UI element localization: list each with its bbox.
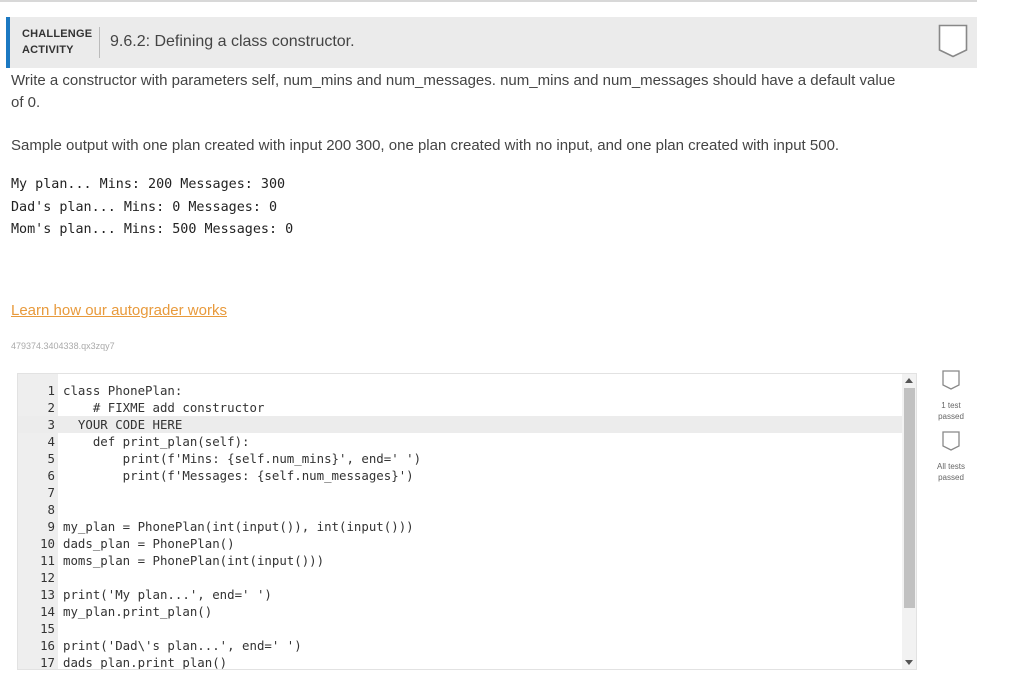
code-text[interactable]: def print_plan(self): xyxy=(63,433,250,450)
instructions-text: Write a constructor with parameters self… xyxy=(11,72,896,111)
sample-output-line: My plan... Mins: 200 Messages: 300 xyxy=(11,177,286,192)
completion-badge-icon xyxy=(938,24,968,58)
code-text[interactable]: class PhonePlan: xyxy=(63,382,182,399)
code-line[interactable]: 4 def print_plan(self): xyxy=(18,433,902,450)
line-number: 15 xyxy=(40,621,55,636)
activity-type-line2: ACTIVITY xyxy=(22,44,74,56)
code-text[interactable]: my_plan.print_plan() xyxy=(63,603,212,620)
test-results-panel: 1 test passed All tests passed xyxy=(930,370,972,483)
line-number: 6 xyxy=(47,468,55,483)
line-number: 12 xyxy=(40,570,55,585)
code-text[interactable]: YOUR CODE HERE xyxy=(63,416,182,433)
autograder-help-link[interactable]: Learn how our autograder works xyxy=(11,302,227,319)
line-number: 3 xyxy=(47,417,55,432)
sample-output-block: My plan... Mins: 200 Messages: 300 Dad's… xyxy=(11,174,293,242)
code-line[interactable]: 6 print(f'Messages: {self.num_messages}'… xyxy=(18,467,902,484)
line-number: 7 xyxy=(47,485,55,500)
code-text[interactable]: print(f'Mins: {self.num_mins}', end=' ') xyxy=(63,450,421,467)
line-number: 2 xyxy=(47,400,55,415)
activity-type-line1: CHALLENGE xyxy=(22,28,93,40)
code-line[interactable]: 7 xyxy=(18,484,902,501)
code-line[interactable]: 9 my_plan = PhonePlan(int(input()), int(i… xyxy=(18,518,902,535)
code-line[interactable]: 17 dads_plan.print_plan() xyxy=(18,654,902,670)
code-line[interactable]: 15 xyxy=(18,620,902,637)
line-number: 9 xyxy=(47,519,55,534)
code-text[interactable]: print(f'Messages: {self.num_messages}') xyxy=(63,467,414,484)
line-number: 5 xyxy=(47,451,55,466)
test-result-1: 1 test passed xyxy=(930,370,972,422)
code-line[interactable]: 13 print('My plan...', end=' ') xyxy=(18,586,902,603)
line-number: 13 xyxy=(40,587,55,602)
scroll-up-arrow-icon[interactable] xyxy=(905,378,913,383)
code-text[interactable]: dads_plan.print_plan() xyxy=(63,654,227,669)
line-number: 4 xyxy=(47,434,55,449)
sample-output-intro: Sample output with one plan created with… xyxy=(11,137,840,154)
code-text[interactable]: dads_plan = PhonePlan() xyxy=(63,535,235,552)
test-result-label: All tests passed xyxy=(930,461,972,483)
activity-id: 479374.3404338.qx3zqy7 xyxy=(11,341,115,351)
code-text[interactable]: # FIXME add constructor xyxy=(63,399,265,416)
test-result-line2: passed xyxy=(938,412,964,421)
code-text[interactable]: my_plan = PhonePlan(int(input()), int(in… xyxy=(63,518,414,535)
sample-output-line: Mom's plan... Mins: 500 Messages: 0 xyxy=(11,222,294,237)
line-number: 11 xyxy=(40,553,55,568)
code-line[interactable]: 14 my_plan.print_plan() xyxy=(18,603,902,620)
test-result-line2: passed xyxy=(938,473,964,482)
line-number: 17 xyxy=(40,655,55,670)
test-badge-icon xyxy=(942,431,960,451)
code-text[interactable]: print('My plan...', end=' ') xyxy=(63,586,272,603)
line-number: 10 xyxy=(40,536,55,551)
code-line[interactable]: 5 print(f'Mins: {self.num_mins}', end=' … xyxy=(18,450,902,467)
activity-type-label: CHALLENGE ACTIVITY xyxy=(22,26,92,58)
test-result-line1: All tests xyxy=(936,462,965,471)
line-number: 16 xyxy=(40,638,55,653)
code-line[interactable]: 3 YOUR CODE HERE xyxy=(18,416,902,433)
code-line[interactable]: 2 # FIXME add constructor xyxy=(18,399,902,416)
code-line[interactable]: 8 xyxy=(18,501,902,518)
code-editor[interactable]: 1 class PhonePlan: 2 # FIXME add construct… xyxy=(17,373,917,670)
editor-scrollbar[interactable] xyxy=(902,374,916,669)
scrollbar-thumb[interactable] xyxy=(904,388,915,608)
code-line[interactable]: 1 class PhonePlan: xyxy=(18,382,902,399)
sample-output-line: Dad's plan... Mins: 0 Messages: 0 xyxy=(11,199,278,215)
code-line[interactable]: 16 print('Dad\'s plan...', end=' ') xyxy=(18,637,902,654)
code-line[interactable]: 12 xyxy=(18,569,902,586)
test-result-label: 1 test passed xyxy=(930,400,972,422)
test-result-line1: 1 test xyxy=(941,401,961,410)
activity-title: 9.6.2: Defining a class constructor. xyxy=(110,33,355,50)
line-number: 14 xyxy=(40,604,55,619)
test-result-2: All tests passed xyxy=(930,431,972,483)
code-text[interactable]: print('Dad\'s plan...', end=' ') xyxy=(63,637,302,654)
line-number: 1 xyxy=(47,383,55,398)
header-divider xyxy=(99,27,100,58)
line-number: 8 xyxy=(47,502,55,517)
activity-header: CHALLENGE ACTIVITY 9.6.2: Defining a cla… xyxy=(6,17,977,68)
top-divider xyxy=(0,0,977,2)
scroll-down-arrow-icon[interactable] xyxy=(905,660,913,665)
code-text[interactable]: moms_plan = PhonePlan(int(input())) xyxy=(63,552,324,569)
code-line[interactable]: 10 dads_plan = PhonePlan() xyxy=(18,535,902,552)
test-badge-icon xyxy=(942,370,960,390)
code-line[interactable]: 11 moms_plan = PhonePlan(int(input())) xyxy=(18,552,902,569)
